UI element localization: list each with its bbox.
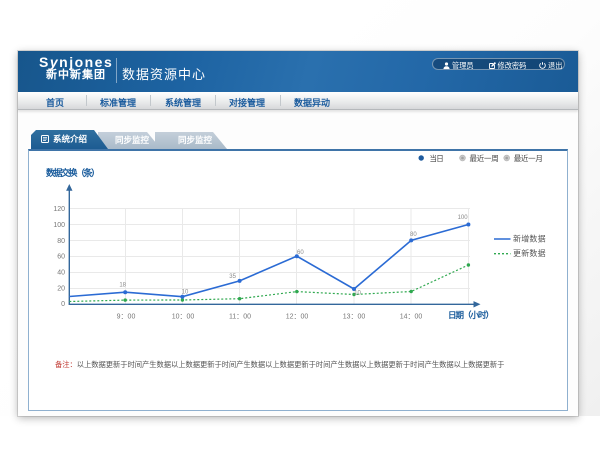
svg-text:80: 80 <box>410 232 417 238</box>
svg-text:60: 60 <box>297 250 304 256</box>
svg-text:60: 60 <box>57 254 65 261</box>
svg-text:10: 10 <box>182 290 189 296</box>
svg-text:10：00: 10：00 <box>172 314 195 321</box>
svg-text:14：00: 14：00 <box>400 314 423 321</box>
svg-text:18: 18 <box>119 283 126 289</box>
svg-text:0: 0 <box>61 301 65 308</box>
svg-text:当日: 当日 <box>430 153 444 163</box>
svg-text:更新数据: 更新数据 <box>513 248 546 258</box>
svg-text:13：00: 13：00 <box>343 314 366 321</box>
svg-text:最近一周: 最近一周 <box>470 153 499 163</box>
svg-text:12：00: 12：00 <box>286 314 309 321</box>
svg-text:40: 40 <box>57 270 65 277</box>
svg-text:120: 120 <box>53 206 65 213</box>
svg-text:20: 20 <box>57 286 65 293</box>
svg-text:100: 100 <box>53 222 65 229</box>
svg-text:80: 80 <box>57 238 65 245</box>
svg-text:数据交换（条）: 数据交换（条） <box>46 167 100 178</box>
svg-text:11：00: 11：00 <box>229 314 251 321</box>
svg-text:最近一月: 最近一月 <box>514 153 543 163</box>
svg-text:9：00: 9：00 <box>117 314 136 321</box>
svg-text:10: 10 <box>354 291 361 297</box>
svg-text:新增数据: 新增数据 <box>513 234 546 244</box>
svg-text:日期（小时）: 日期（小时） <box>448 310 494 320</box>
svg-text:100: 100 <box>458 215 469 221</box>
svg-text:35: 35 <box>229 274 236 280</box>
